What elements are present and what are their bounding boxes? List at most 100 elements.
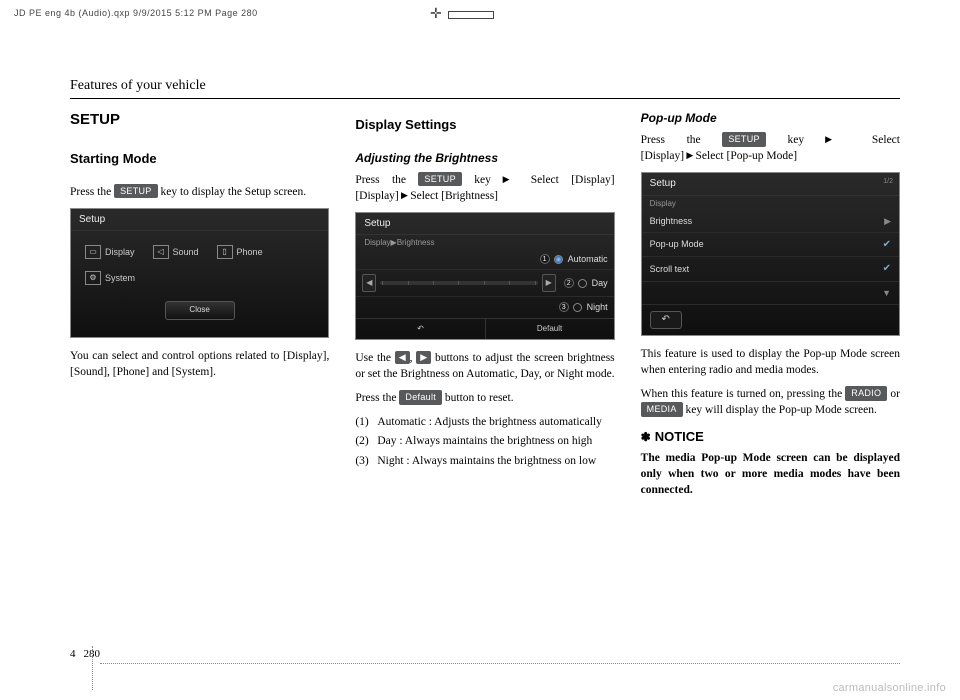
slider-right-icon: ▶ [542, 274, 556, 292]
default-key-label: Default [399, 390, 442, 405]
notice-heading: ✽ NOTICE [641, 428, 900, 446]
list-num: (2) [355, 434, 377, 450]
text-fragment: Select [Display] [531, 174, 615, 186]
text-popup-on: When this feature is turned on, pressing… [641, 386, 900, 418]
text-line: Press the SETUP key ▶ Select [Display] [355, 172, 614, 188]
ss-row: ▭ Display ◁ Sound ▯Phone [79, 237, 320, 267]
text-fragment: key [462, 174, 491, 186]
ss-label: Brightness [650, 215, 693, 227]
color-bar-icon [448, 11, 494, 19]
chevron-right-icon: ▶ [884, 215, 891, 227]
notice-body: The media Pop-up Mode screen can be disp… [641, 450, 900, 498]
ss-label: Day [592, 277, 608, 289]
page-footer: 4280 [70, 648, 900, 660]
ss-row-scroll: Scroll text ✔ [642, 257, 899, 282]
footer-dotline [100, 663, 900, 664]
footer-vdots [92, 646, 93, 690]
setup-key-label: SETUP [114, 184, 158, 199]
setup-key-label: SETUP [722, 132, 766, 147]
callout-1-icon: 1 [540, 254, 550, 264]
list-text: Day : Always maintains the bright­ness o… [377, 434, 592, 450]
ss-row-popup: Pop-up Mode ✔ [642, 233, 899, 258]
ss-option-automatic: 1Automatic [356, 249, 613, 269]
ss-title: Setup [71, 209, 328, 232]
text-press-setup: Press the SETUP key to display the Setup… [70, 184, 329, 200]
ss-item-sound: ◁ Sound [153, 245, 199, 259]
text-select-control: You can select and control options relat… [70, 348, 329, 380]
ss-option-night: 3Night [356, 296, 613, 317]
radio-key-label: RADIO [845, 386, 887, 401]
text-use-buttons: Use the ◀, ▶ buttons to adjust the scree… [355, 350, 614, 382]
chevron-down-icon: ▼ [882, 287, 891, 299]
check-icon: ✔ [883, 238, 891, 252]
ss-label: Phone [237, 246, 263, 258]
text-fragment: button to reset. [442, 392, 514, 404]
ss-row-brightness: Brightness ▶ [642, 210, 899, 233]
text-fragment: Select [Pop-up Mode] [696, 150, 798, 162]
ss-label: Sound [173, 246, 199, 258]
text-fragment: Press the [641, 134, 723, 146]
list-num: (3) [355, 454, 377, 470]
radio-on-icon [554, 255, 563, 264]
ss-label: Display [105, 246, 135, 258]
ss-body: 1Automatic ◀ ▶ 2Day 3Night ↶ Default [356, 249, 613, 339]
list-text: Automatic : Adjusts the bright­ness auto… [377, 415, 602, 431]
column-1: SETUP Starting Mode Press the SETUP key … [70, 110, 329, 498]
setup-key-label: SETUP [418, 172, 462, 187]
callout-3-icon: 3 [559, 302, 569, 312]
text-popup-desc: This feature is used to display the Pop-… [641, 346, 900, 378]
section-header: Features of your vehicle [70, 78, 900, 99]
text-fragment: Press the [70, 186, 114, 198]
ss-close-button: Close [165, 301, 235, 320]
sound-icon: ◁ [153, 245, 169, 259]
text-fragment: Use the [355, 352, 394, 364]
triangle-icon: ▶ [491, 174, 531, 184]
ss-item-phone: ▯Phone [217, 245, 263, 259]
list-num: (1) [355, 415, 377, 431]
text-press-default: Press the Default button to reset. [355, 390, 614, 406]
triangle-icon: ▶ [804, 134, 872, 144]
ss-label: Pop-up Mode [650, 238, 704, 250]
text-line: [Display] ▶ Select [Brightness] [355, 190, 498, 202]
ss-option-day: ◀ ▶ 2Day [356, 269, 613, 296]
list-item: (1)Automatic : Adjusts the bright­ness a… [355, 415, 614, 431]
text-fragment: key to display the Setup screen. [158, 186, 307, 198]
back-icon: ↶ [417, 324, 424, 335]
heading-setup: SETUP [70, 110, 329, 130]
screenshot-setup-main: Setup ▭ Display ◁ Sound ▯Phone ⚙ System Clo… [70, 208, 329, 338]
ss-title: Setup 1/2 [642, 173, 899, 196]
column-2: Display Settings Adjusting the Brightnes… [355, 110, 614, 498]
radio-off-icon [578, 279, 587, 288]
ss-back-button: ↶ [356, 319, 485, 340]
text-fragment: or [887, 388, 900, 400]
heading-display-settings: Display Settings [355, 116, 614, 134]
text-fragment: When this feature is turned on, pressing… [641, 388, 846, 400]
brightness-mode-list: (1)Automatic : Adjusts the bright­ness a… [355, 415, 614, 470]
screenshot-display-menu: Setup 1/2 Display Brightness ▶ Pop-up Mo… [641, 172, 900, 336]
ss-title: Setup [356, 213, 613, 236]
text-fragment: [Display] [355, 190, 398, 202]
ss-label: System [105, 272, 135, 284]
column-3: Pop-up Mode Press the SETUP key ▶ Select… [641, 110, 900, 498]
ss-row: ⚙ System [79, 267, 320, 289]
ss-breadcrumb: Display [642, 196, 899, 210]
ss-breadcrumb: Display▶Brightness [356, 235, 613, 249]
notice-icon: ✽ [641, 430, 651, 444]
ss-bottom-bar: ↶ Default [356, 318, 613, 340]
ss-label: Scroll text [650, 263, 690, 275]
heading-starting-mode: Starting Mode [70, 150, 329, 168]
list-text: Night : Always maintains the brightness … [377, 454, 596, 470]
ss-title-text: Setup [650, 178, 676, 189]
media-key-label: MEDIA [641, 402, 683, 417]
text-fragment: Select [Brightness] [410, 190, 498, 202]
notice-label: NOTICE [655, 429, 704, 444]
triangle-icon: ▶ [399, 190, 410, 200]
display-icon: ▭ [85, 245, 101, 259]
registration-marks: ✛ [430, 6, 494, 23]
system-icon: ⚙ [85, 271, 101, 285]
heading-adjusting-brightness: Adjusting the Brightness [355, 150, 614, 166]
list-item: (3)Night : Always maintains the brightne… [355, 454, 614, 470]
crop-mark-icon: ✛ [430, 6, 442, 23]
ss-item-display: ▭ Display [85, 245, 135, 259]
ss-default-button: Default [486, 319, 614, 340]
